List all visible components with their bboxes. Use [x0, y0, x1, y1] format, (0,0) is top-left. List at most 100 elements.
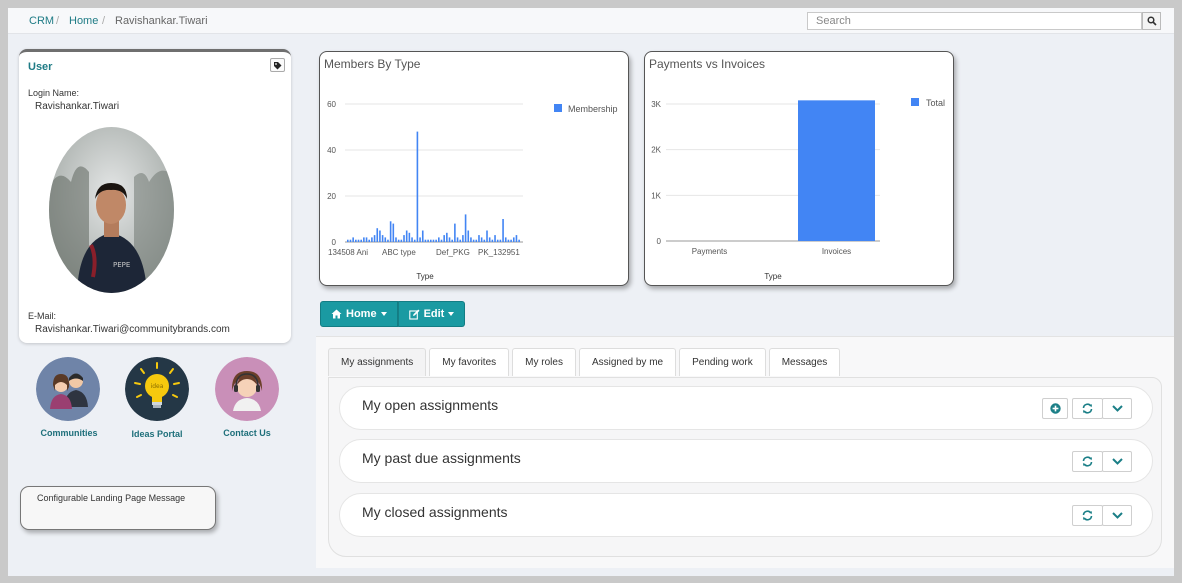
bar	[416, 131, 419, 242]
edit-dropdown-button[interactable]: Edit	[397, 301, 466, 327]
breadcrumb-current: Ravishankar.Tiwari	[115, 15, 208, 27]
home-icon	[331, 309, 342, 319]
bar	[435, 239, 437, 242]
contact-us-label[interactable]: Contact Us	[202, 428, 292, 438]
breadcrumb-separator: /	[56, 15, 60, 27]
edit-button-label: Edit	[423, 308, 445, 320]
bar	[488, 237, 491, 242]
expand-button[interactable]	[1102, 505, 1132, 526]
communities-link[interactable]	[36, 357, 100, 421]
breadcrumb-crm[interactable]: CRM	[29, 15, 54, 27]
tab-pending-work[interactable]: Pending work	[679, 348, 766, 376]
x-tick-label: PK_132951	[478, 248, 520, 257]
members-by-type-chart: Members By Type 0 20 40 60 134508 Ani ABC typ…	[319, 51, 629, 286]
bar	[483, 239, 486, 242]
x-tick-label: Payments	[692, 247, 728, 256]
chevron-down-icon	[448, 312, 455, 316]
bar	[429, 239, 432, 242]
home-button-label: Home	[346, 308, 377, 320]
x-axis-label: Type	[764, 272, 782, 281]
user-card: User Login Name: Ravishankar.Tiwari PEPE…	[19, 49, 291, 343]
x-tick-label: Invoices	[822, 247, 851, 256]
bar	[419, 237, 421, 242]
refresh-button[interactable]	[1072, 398, 1103, 419]
tab-my-assignments[interactable]: My assignments	[328, 348, 427, 376]
bar	[491, 239, 494, 242]
y-tick-label: 3K	[651, 100, 661, 109]
bar	[798, 100, 875, 241]
bar	[451, 239, 454, 242]
bar	[459, 239, 462, 242]
bar	[496, 239, 499, 242]
members-chart-svg: 0 20 40 60 134508 Ani ABC type Def_PKG PK_13295…	[327, 100, 617, 281]
bar	[475, 239, 478, 242]
chevron-down-icon	[1111, 458, 1123, 465]
top-bar: CRM / Home / Ravishankar.Tiwari	[8, 8, 1174, 34]
bar	[515, 235, 518, 242]
bar	[379, 230, 381, 242]
refresh-button[interactable]	[1072, 505, 1103, 526]
section-title: My open assignments	[362, 397, 499, 413]
y-tick-label: 2K	[651, 146, 661, 155]
bar	[507, 239, 510, 242]
add-assignment-button[interactable]	[1042, 398, 1068, 419]
home-dropdown-button[interactable]: Home	[320, 301, 398, 327]
email-value: Ravishankar.Tiwari@communitybrands.com	[35, 324, 230, 335]
search-button[interactable]	[1142, 12, 1161, 30]
bar	[480, 237, 483, 242]
bar	[510, 239, 512, 242]
bar	[424, 239, 427, 242]
bar	[464, 214, 467, 242]
refresh-icon	[1082, 456, 1093, 467]
bar	[411, 237, 413, 242]
chevron-down-icon	[380, 312, 387, 316]
bar	[494, 235, 496, 242]
bar	[421, 230, 424, 242]
bar	[347, 239, 349, 242]
bar	[400, 239, 403, 242]
refresh-button[interactable]	[1072, 451, 1103, 472]
expand-button[interactable]	[1102, 398, 1132, 419]
refresh-icon	[1082, 510, 1093, 521]
past-due-assignments-section[interactable]: My past due assignments	[339, 439, 1153, 483]
bar	[438, 237, 440, 242]
bar	[470, 237, 472, 242]
communities-icon	[36, 357, 100, 421]
user-card-title: User	[28, 61, 53, 73]
bar	[392, 223, 395, 242]
app-frame: CRM / Home / Ravishankar.Tiwari User Log…	[8, 8, 1174, 576]
bar	[373, 235, 376, 242]
bar	[395, 237, 397, 242]
chevron-down-icon	[1111, 405, 1123, 412]
bar	[462, 235, 464, 242]
y-tick-label: 1K	[651, 191, 661, 200]
bar	[408, 232, 411, 242]
x-tick-label: 134508 Ani	[328, 248, 368, 257]
tag-button[interactable]	[270, 58, 285, 72]
tab-my-favorites[interactable]: My favorites	[429, 348, 510, 376]
login-name-label: Login Name:	[28, 88, 80, 98]
edit-icon	[408, 309, 420, 320]
breadcrumb-separator: /	[102, 15, 106, 27]
y-tick-label: 0	[332, 238, 337, 247]
bar	[448, 237, 451, 242]
tab-my-roles[interactable]: My roles	[512, 348, 576, 376]
bar	[512, 237, 515, 242]
avatar: PEPE	[49, 127, 174, 293]
bar	[349, 239, 352, 242]
ideas-portal-link[interactable]: idea	[125, 357, 189, 421]
breadcrumb-home[interactable]: Home	[69, 15, 98, 27]
expand-button[interactable]	[1102, 451, 1132, 472]
svg-text:PEPE: PEPE	[113, 261, 130, 269]
tab-assigned-by-me[interactable]: Assigned by me	[578, 348, 677, 376]
bar	[472, 239, 475, 242]
search-input[interactable]	[807, 12, 1142, 30]
ideas-portal-label[interactable]: Ideas Portal	[112, 429, 202, 439]
communities-label[interactable]: Communities	[24, 428, 114, 438]
bar	[456, 237, 459, 242]
closed-assignments-section[interactable]: My closed assignments	[339, 493, 1153, 537]
contact-us-link[interactable]	[215, 357, 279, 421]
payments-chart-svg: 0 1K 2K 3K Payments Invoices Type Total	[651, 98, 945, 281]
tab-messages[interactable]: Messages	[768, 348, 841, 376]
open-assignments-section[interactable]: My open assignments	[339, 386, 1153, 430]
